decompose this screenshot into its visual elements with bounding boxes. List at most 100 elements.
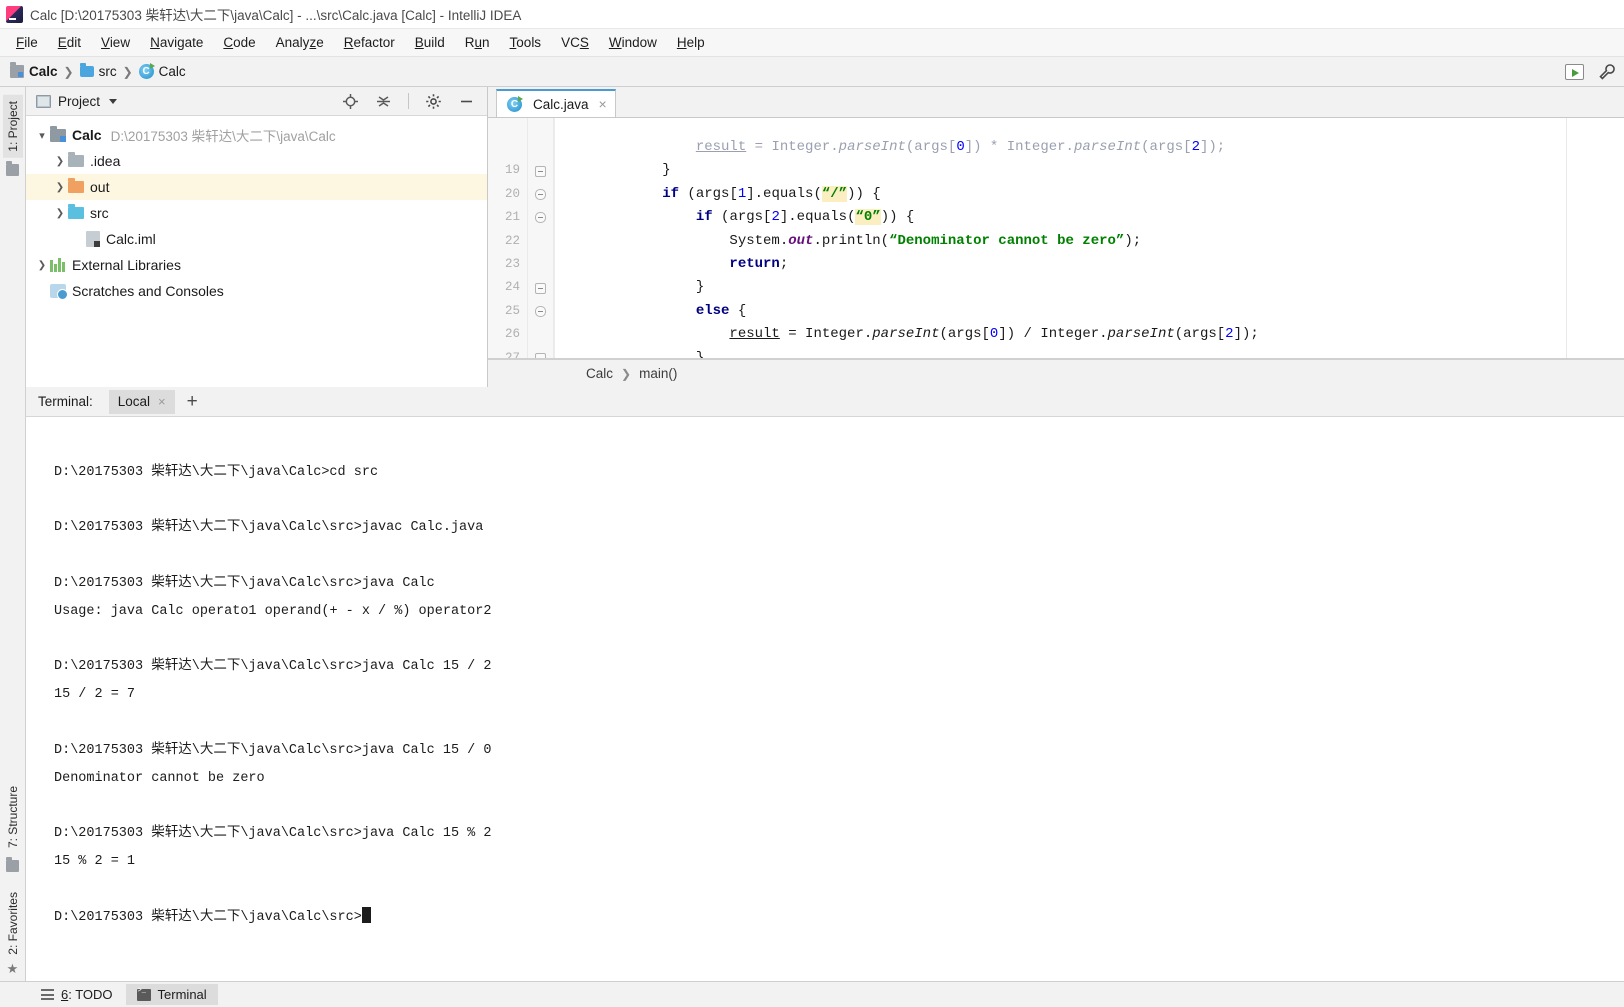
chevron-right-icon[interactable] <box>52 182 68 193</box>
sidebar-item-favorites[interactable]: 2: Favorites <box>3 886 23 961</box>
wrench-icon[interactable] <box>1598 63 1616 81</box>
line-number: 22 <box>504 233 520 248</box>
menu-refactor[interactable]: Refactor <box>334 32 405 53</box>
tree-node-calc[interactable]: Calc D:\20175303 柴轩达\大二下\java\Calc <box>26 122 487 148</box>
editor-breadcrumb: Calc ❯ main() <box>488 359 1624 387</box>
project-panel-title: Project <box>58 93 101 109</box>
line-number: 26 <box>504 327 520 342</box>
code-line: result = Integer.parseInt(args[0]) * Int… <box>695 139 1226 155</box>
chevron-right-icon[interactable] <box>52 156 68 167</box>
settings-gear-icon[interactable] <box>425 93 442 110</box>
tree-node-src[interactable]: src <box>26 200 487 226</box>
fold-toggle-icon[interactable] <box>535 305 546 317</box>
structure-strip-icon <box>6 857 19 873</box>
java-class-icon: C <box>138 63 155 79</box>
menu-file[interactable]: File <box>6 32 48 53</box>
menu-code[interactable]: Code <box>213 32 265 53</box>
tree-node-external-libraries[interactable]: External Libraries <box>26 252 487 278</box>
terminal-scrollbar[interactable] <box>1610 417 1624 981</box>
breadcrumb-method-name[interactable]: main() <box>639 366 677 381</box>
breadcrumb-class-name[interactable]: Calc <box>586 366 613 381</box>
chevron-down-icon[interactable] <box>109 98 118 104</box>
left-tool-strip: 1: Project <box>0 87 26 387</box>
chevron-right-icon[interactable] <box>52 208 68 219</box>
project-tree[interactable]: Calc D:\20175303 柴轩达\大二下\java\Calc .idea ou… <box>26 116 487 387</box>
breadcrumb-module[interactable]: Calc <box>10 62 58 79</box>
bottom-left-tool-strip: 7: Structure 2: Favorites ★ <box>0 387 26 981</box>
tree-node-label: .idea <box>90 153 121 169</box>
close-icon[interactable]: × <box>599 96 607 112</box>
menu-help[interactable]: Help <box>667 32 715 53</box>
menu-view[interactable]: View <box>91 32 140 53</box>
fold-toggle-icon[interactable] <box>535 212 546 224</box>
tree-node-label: Scratches and Consoles <box>72 283 224 299</box>
line-number: 20 <box>504 186 520 201</box>
navbar-actions <box>1565 57 1616 87</box>
terminal-tab-local[interactable]: Local × <box>108 389 175 414</box>
menu-run[interactable]: Run <box>455 32 500 53</box>
toolbar-divider <box>408 93 409 109</box>
status-todo-button[interactable]: 6: TODO <box>30 984 124 1005</box>
code-text-area[interactable]: result = Integer.parseInt(args[0]) * Int… <box>554 118 1624 358</box>
add-terminal-button[interactable]: + <box>177 392 208 411</box>
close-icon[interactable]: × <box>158 394 166 409</box>
breadcrumb-src-label: src <box>98 64 117 79</box>
fold-toggle-icon[interactable] <box>535 188 546 200</box>
tab-calc-java[interactable]: C Calc.java × <box>496 89 616 117</box>
editor-body[interactable]: 1920212223242526272829 result = Integer.… <box>488 118 1624 359</box>
fold-slot[interactable] <box>528 183 553 206</box>
sidebar-item-structure[interactable]: 7: Structure <box>3 780 23 854</box>
chevron-right-icon[interactable] <box>34 260 50 271</box>
code-folding-gutter[interactable] <box>528 118 554 358</box>
tree-node-scratches-and-consoles[interactable]: Scratches and Consoles <box>26 278 487 304</box>
line-number-gutter: 1920212223242526272829 <box>488 118 528 358</box>
chevron-down-icon[interactable] <box>34 129 50 142</box>
terminal-panel: Terminal: Local × + D:\20175303 柴轩达\大二下\… <box>26 387 1624 981</box>
menu-analyze[interactable]: Analyze <box>266 32 334 53</box>
breadcrumb-src[interactable]: src <box>79 63 117 79</box>
fold-slot[interactable] <box>528 159 553 182</box>
status-bar: 6: TODO Terminal <box>0 981 1624 1007</box>
project-strip-icon <box>6 160 19 176</box>
fold-slot[interactable] <box>528 300 553 323</box>
editor-scrollbar[interactable] <box>1566 118 1624 358</box>
fold-slot[interactable] <box>528 276 553 299</box>
menu-edit[interactable]: Edit <box>48 32 91 53</box>
tree-node-calc-iml[interactable]: Calc.iml <box>26 226 487 252</box>
fold-slot <box>528 323 553 346</box>
sidebar-item-project[interactable]: 1: Project <box>2 95 23 158</box>
menu-build[interactable]: Build <box>405 32 455 53</box>
tree-node-out[interactable]: out <box>26 174 487 200</box>
fold-toggle-icon[interactable] <box>535 282 546 294</box>
run-configuration-icon[interactable] <box>1565 64 1584 80</box>
folder-cyan-icon <box>68 204 84 219</box>
breadcrumb-class[interactable]: C Calc <box>138 63 186 79</box>
terminal-prompt-line[interactable]: D:\20175303 柴轩达\大二下\java\Calc\src> <box>54 904 1624 932</box>
scratches-icon <box>50 284 68 300</box>
tree-node-label: Calc.iml <box>106 231 156 247</box>
module-root-icon <box>50 125 66 142</box>
tree-node-label: Calc <box>72 127 102 143</box>
menu-window[interactable]: Window <box>599 32 667 53</box>
collapse-all-icon[interactable] <box>375 93 392 110</box>
locate-icon[interactable] <box>342 93 359 110</box>
menu-navigate[interactable]: Navigate <box>140 32 213 53</box>
fold-toggle-icon[interactable] <box>535 352 546 358</box>
fold-toggle-icon[interactable] <box>535 165 546 177</box>
fold-slot[interactable] <box>528 206 553 229</box>
fold-slot <box>528 253 553 276</box>
status-terminal-button[interactable]: Terminal <box>125 984 218 1005</box>
editor-tab-label: Calc.java <box>533 96 589 112</box>
terminal-tab-bar: Terminal: Local × + <box>26 387 1624 417</box>
tree-node--idea[interactable]: .idea <box>26 148 487 174</box>
terminal-output[interactable]: D:\20175303 柴轩达\大二下\java\Calc>cd src D:\2… <box>26 417 1624 981</box>
menu-tools[interactable]: Tools <box>500 32 552 53</box>
fold-slot[interactable] <box>528 347 553 358</box>
menu-vcs[interactable]: VCS <box>551 32 599 53</box>
hide-panel-icon[interactable] <box>458 93 475 110</box>
project-title-group[interactable]: Project <box>36 93 118 109</box>
terminal-output-line: 15 / 2 = 7 <box>54 687 136 703</box>
